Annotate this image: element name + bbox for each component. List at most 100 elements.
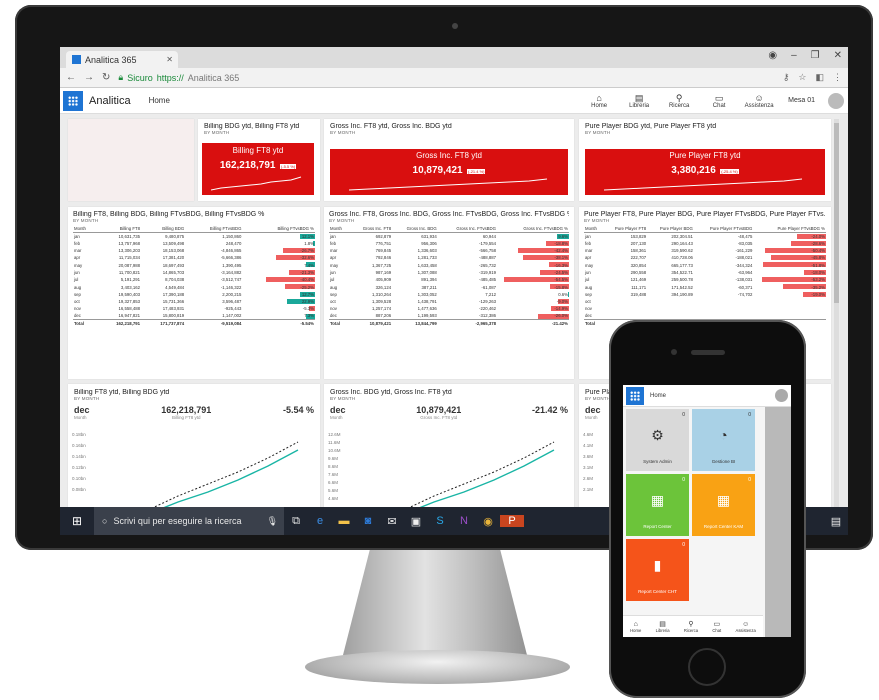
table-row[interactable]: may 1,367,725 1,633,458 -265,732 -16.3% xyxy=(329,261,569,268)
table-card-gross[interactable]: Gross Inc. FT8, Gross Inc. BDG, Gross In… xyxy=(324,207,574,379)
table-row[interactable]: oct 19,327,853 15,731,366 3,596,487 22.9% xyxy=(73,298,315,305)
extension-icon[interactable]: ◧ xyxy=(815,72,824,83)
column-header[interactable]: Billing FT8 xyxy=(96,225,141,233)
table-row[interactable]: dec 16,947,821 15,800,819 1,147,002 7.3% xyxy=(73,313,315,320)
table-row[interactable]: may 20,087,988 18,697,493 1,390,495 7.4% xyxy=(73,261,315,268)
url-field[interactable]: 🔒︎ Sicuro https:// Analitica 365 xyxy=(118,72,239,83)
column-header[interactable]: Gross Inc. FTvsBDG xyxy=(437,225,497,233)
table-row[interactable]: apr 792,846 1,281,733 -488,887 -38.1% xyxy=(329,254,569,261)
phone-nav-libreria[interactable]: ▤ Libreria xyxy=(656,620,670,633)
table-row[interactable]: sep 1,310,264 1,303,052 7,212 0.6% xyxy=(329,291,569,298)
table-row[interactable]: sep 319,488 394,190.89 -74,702 -19.0% xyxy=(584,291,826,298)
column-header[interactable]: Month xyxy=(329,225,349,233)
chrome-icon[interactable]: ◉ xyxy=(476,515,500,528)
skype-icon[interactable]: S xyxy=(428,515,452,527)
table-row[interactable]: sep 19,590,403 17,390,188 2,200,215 12.7% xyxy=(73,291,315,298)
tile-gestione-bi[interactable]: 0 ◔ Gestione BI xyxy=(692,409,755,471)
table-row[interactable]: dec 887,206 1,199,593 -312,386 -26.0% xyxy=(329,313,569,320)
column-header[interactable]: Pure Player FT8 xyxy=(602,225,648,233)
tile-report-center-kam[interactable]: 0 ▦ Report Center KAM xyxy=(692,474,755,536)
phone-nav-home[interactable]: ⌂ Home xyxy=(630,621,641,633)
table-row[interactable]: aug 326,124 387,211 -61,087 -15.8% xyxy=(329,283,569,290)
tile-report-center[interactable]: 0 ▦ Report Center xyxy=(626,474,689,536)
kpi-card-billing[interactable]: Billing BDG ytd, Billing FT8 ytd BY MONT… xyxy=(198,119,320,201)
phone-home-button[interactable] xyxy=(688,648,726,686)
table-row[interactable]: jun 11,700,821 14,865,703 -3,164,882 -21.3% xyxy=(73,269,315,276)
table-row[interactable]: feb 207,130 290,164.43 -83,035 -28.6% xyxy=(584,240,826,247)
nav-ricerca[interactable]: ⚲ Ricerca xyxy=(664,93,694,109)
column-header[interactable]: Billing FTvsBDG xyxy=(185,225,243,233)
table-row[interactable]: apr 11,715,034 17,381,420 -5,666,386 -32.6% xyxy=(73,254,315,261)
minimize-icon[interactable]: – xyxy=(791,50,797,61)
explorer-icon[interactable]: ▬ xyxy=(332,515,356,527)
browser-tab[interactable]: Analitica 365 ✕ xyxy=(66,51,178,68)
column-header[interactable]: Gross Inc. BDG xyxy=(392,225,438,233)
close-window-icon[interactable]: ✕ xyxy=(834,50,842,61)
task-view-icon[interactable]: ⧉ xyxy=(284,515,308,528)
phone-nav-chat[interactable]: ▭ Chat xyxy=(712,620,721,633)
phone-app-launcher[interactable] xyxy=(626,386,644,405)
table-row[interactable]: nov xyxy=(584,305,826,312)
app-launcher-button[interactable] xyxy=(63,90,83,111)
star-icon[interactable]: ☆ xyxy=(798,72,806,83)
scrollbar-thumb[interactable] xyxy=(834,123,839,303)
table-row[interactable]: jan 10,631,735 9,480,875 1,150,860 12.1% xyxy=(73,232,315,239)
forward-icon[interactable]: → xyxy=(84,72,94,83)
avatar[interactable] xyxy=(828,92,844,109)
close-tab-icon[interactable]: ✕ xyxy=(166,55,173,64)
phone-home-label[interactable]: Home xyxy=(650,393,666,399)
home-link[interactable]: Home xyxy=(149,96,170,105)
table-row[interactable]: jan 153,829 202,304.51 -48,475 -24.0% xyxy=(584,232,826,239)
mail-icon[interactable]: ✉ xyxy=(380,515,404,528)
edge-icon[interactable]: e xyxy=(308,515,332,527)
store-icon[interactable]: ▣ xyxy=(404,515,428,528)
kpi-card-pureplayer[interactable]: Pure Player BDG ytd, Pure Player FT8 ytd… xyxy=(579,119,831,201)
column-header[interactable]: Billing BDG xyxy=(141,225,186,233)
table-row[interactable]: nov 16,558,488 17,483,931 -925,443 -5.3% xyxy=(73,305,315,312)
table-row[interactable]: mar 13,306,203 18,153,068 -4,846,865 -26.7% xyxy=(73,247,315,254)
table-row[interactable]: feb 776,751 956,306 -179,554 -18.8% xyxy=(329,240,569,247)
windows-start-icon[interactable]: ⊞ xyxy=(60,514,94,528)
key-icon[interactable]: ⚷ xyxy=(783,72,790,83)
table-row[interactable]: apr 222,707 410,728.06 -188,021 -45.8% xyxy=(584,254,826,261)
table-row[interactable]: feb 13,757,968 13,509,498 248,470 1.8% xyxy=(73,240,315,247)
table-row[interactable]: aug 111,171 171,542.52 -60,371 -35.2% xyxy=(584,283,826,290)
table-row[interactable]: may 320,854 665,177.73 -344,324 -51.8% xyxy=(584,261,826,268)
onenote-icon[interactable]: N xyxy=(452,515,476,527)
tile-system-admin[interactable]: 0 ⚙ System Admin xyxy=(626,409,689,471)
reload-icon[interactable]: ↻ xyxy=(102,72,110,83)
back-icon[interactable]: ← xyxy=(66,72,76,83)
phone-nav-ricerca[interactable]: ⚲ Ricerca xyxy=(684,620,698,633)
column-header[interactable]: Billing FTvsBDG % xyxy=(242,225,315,233)
table-row[interactable]: dec xyxy=(584,313,826,320)
outlook-icon[interactable]: ◙ xyxy=(356,515,380,527)
nav-chat[interactable]: ▭ Chat xyxy=(704,93,734,109)
menu-icon[interactable]: ⋮ xyxy=(833,72,842,83)
table-row[interactable]: jul 121,469 259,500.78 -138,031 -53.2% xyxy=(584,276,826,283)
table-card-billing[interactable]: Billing FT8, Billing BDG, Billing FTvsBD… xyxy=(68,207,320,379)
table-row[interactable]: oct 1,309,528 1,438,791 -129,263 -9.0% xyxy=(329,298,569,305)
column-header[interactable]: Month xyxy=(584,225,603,233)
table-row[interactable]: jul 405,909 891,394 -485,485 -54.5% xyxy=(329,276,569,283)
microphone-icon[interactable]: 🎙︎ xyxy=(267,516,278,527)
table-row[interactable]: jul 5,191,291 8,704,038 -3,512,747 -40.4% xyxy=(73,276,315,283)
table-row[interactable]: mar 769,845 1,336,603 -566,758 -42.4% xyxy=(329,247,569,254)
maximize-icon[interactable]: ❐ xyxy=(811,50,820,61)
nav-libreria[interactable]: ▤ Libreria xyxy=(624,93,654,109)
nav-assistenza[interactable]: ☺ Assistenza xyxy=(744,93,774,109)
nav-home[interactable]: ⌂ Home xyxy=(584,93,614,109)
table-row[interactable]: jun 290,558 354,522.71 -63,964 -18.0% xyxy=(584,269,826,276)
taskbar-search[interactable]: ○ Scrivi qui per eseguire la ricerca 🎙︎ xyxy=(94,507,284,535)
powerpoint-icon[interactable]: P xyxy=(500,515,524,527)
scrollbar[interactable] xyxy=(834,119,839,529)
column-header[interactable]: Month xyxy=(73,225,97,233)
phone-nav-assistenza[interactable]: ☺ Assistenza xyxy=(736,621,756,633)
column-header[interactable]: Pure Player FTvsBDG xyxy=(693,225,754,233)
user-name[interactable]: Mesa 01 xyxy=(788,97,815,104)
column-header[interactable]: Gross Inc. FT8 xyxy=(348,225,393,233)
column-header[interactable]: Pure Player FTvsBDG % xyxy=(753,225,826,233)
table-row[interactable]: nov 1,257,174 1,477,636 -220,462 -14.9% xyxy=(329,305,569,312)
column-header[interactable]: Pure Player BDG xyxy=(647,225,694,233)
table-row[interactable]: jan 692,879 631,934 60,944 9.6% xyxy=(329,232,569,239)
kpi-card-gross[interactable]: Gross Inc. FT8 ytd, Gross Inc. BDG ytd B… xyxy=(324,119,574,201)
